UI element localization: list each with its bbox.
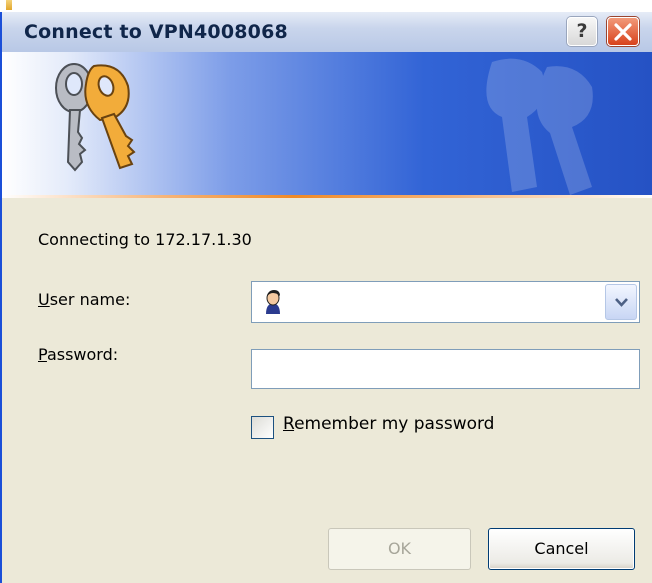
username-label: User name: [38, 290, 130, 309]
dialog-banner [2, 52, 652, 198]
keys-watermark-icon [486, 58, 593, 196]
vpn-connect-dialog: Connect to VPN4008068 ? Connecting to 17… [0, 12, 652, 583]
username-label-text: ser name: [49, 290, 131, 309]
remember-password-checkbox[interactable] [251, 416, 274, 439]
password-label: Password: [38, 345, 118, 364]
close-button[interactable] [607, 17, 639, 46]
chevron-down-icon [615, 298, 628, 307]
remember-label-text: emember my password [294, 414, 495, 434]
user-icon [266, 290, 280, 314]
title-bar[interactable]: Connect to VPN4008068 ? [2, 12, 652, 52]
password-label-text: assword: [46, 345, 119, 364]
window-title: Connect to VPN4008068 [24, 21, 288, 43]
dialog-body: Connecting to 172.17.1.30 User name: Pas… [2, 198, 652, 583]
background-folder-icon [6, 0, 12, 10]
remember-password-label[interactable]: Remember my password [283, 414, 494, 434]
dropdown-button[interactable] [605, 284, 637, 320]
password-label-mnemonic: P [38, 345, 47, 364]
cancel-button[interactable]: Cancel [488, 528, 635, 570]
username-label-mnemonic: U [38, 290, 50, 309]
help-button[interactable]: ? [567, 17, 597, 46]
password-field[interactable] [251, 349, 640, 389]
remember-label-mnemonic: R [283, 414, 295, 434]
close-icon [614, 23, 632, 41]
username-combobox[interactable] [251, 281, 640, 323]
ok-button[interactable]: OK [328, 528, 471, 570]
keys-icon [55, 63, 136, 172]
connecting-status-text: Connecting to 172.17.1.30 [38, 230, 252, 249]
